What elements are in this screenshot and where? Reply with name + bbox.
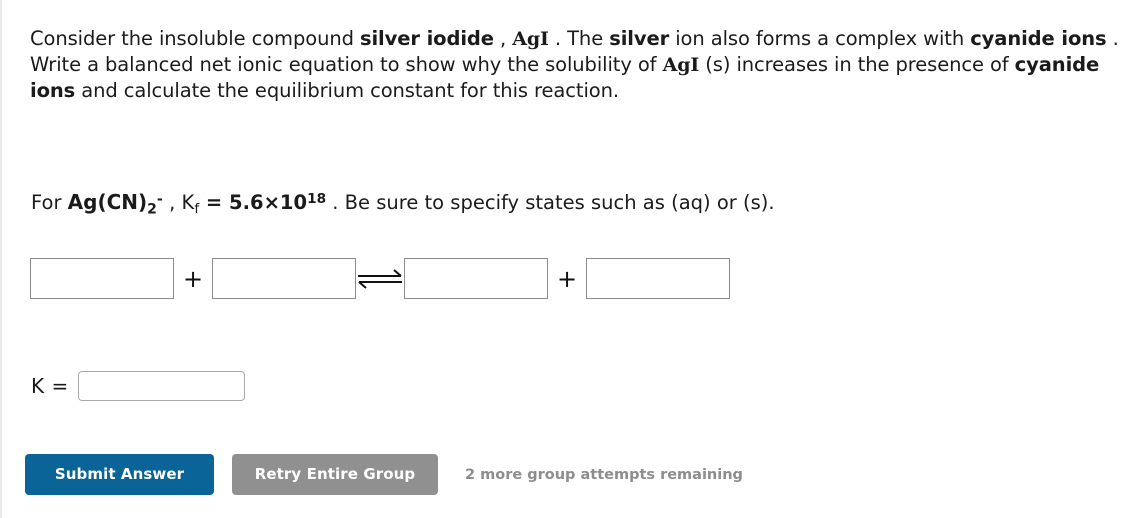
- product-1-input[interactable]: [404, 258, 548, 299]
- submit-answer-button[interactable]: Submit Answer: [25, 454, 214, 495]
- kf-k-symbol: K: [181, 190, 195, 214]
- kf-complex-base: Ag(CN): [67, 189, 148, 214]
- kf-equals: =: [199, 190, 230, 214]
- question-prompt: Consider the insoluble compound silver i…: [30, 26, 1130, 104]
- equation-input-row: + +: [30, 258, 730, 299]
- kf-value: 5.6×10: [229, 190, 308, 214]
- prompt-bold-silver: silver: [609, 27, 670, 50]
- prompt-bold-cyanide-ions-1: cyanide ions: [970, 27, 1107, 50]
- prompt-text-7: and calculate the equilibrium constant f…: [75, 79, 619, 102]
- page-left-edge: [0, 0, 2, 518]
- prompt-text-4: ion also forms a complex with: [669, 27, 971, 50]
- kf-comma: ,: [162, 190, 182, 214]
- prompt-formula-agi-2: AgI: [662, 54, 700, 76]
- prompt-text-3: . The: [548, 27, 610, 50]
- attempts-remaining-text: 2 more group attempts remaining: [465, 466, 743, 483]
- retry-entire-group-button[interactable]: Retry Entire Group: [232, 454, 438, 495]
- prompt-text-2: ,: [493, 27, 513, 50]
- plus-sign-reactants: +: [182, 264, 204, 293]
- prompt-formula-agi-1: AgI: [512, 28, 549, 50]
- kf-statement: For Ag(CN)2- , Kf = 5.6×1018 . Be sure t…: [31, 186, 775, 222]
- kf-tail-text: . Be sure to specify states such as (aq)…: [326, 190, 775, 214]
- k-answer-row: K =: [31, 371, 245, 401]
- prompt-text-1: Consider the insoluble compound: [30, 27, 360, 50]
- kf-complex-subscript: 2: [147, 201, 157, 218]
- kf-for-label: For: [31, 190, 68, 214]
- prompt-text-6: (s) increases in the presence of: [699, 53, 1015, 76]
- product-2-input[interactable]: [586, 258, 730, 299]
- kf-exponent: 18: [307, 191, 327, 208]
- reactant-1-input[interactable]: [30, 258, 174, 299]
- kf-complex-formula: Ag(CN)2-: [67, 189, 163, 218]
- prompt-bold-silver-iodide: silver iodide: [359, 27, 494, 50]
- actions-row: Submit Answer Retry Entire Group 2 more …: [25, 454, 743, 495]
- plus-sign-products: +: [556, 264, 578, 293]
- k-answer-label: K =: [31, 374, 69, 398]
- reactant-2-input[interactable]: [212, 258, 356, 299]
- k-answer-input[interactable]: [77, 371, 245, 401]
- equilibrium-arrow-icon: [356, 267, 404, 291]
